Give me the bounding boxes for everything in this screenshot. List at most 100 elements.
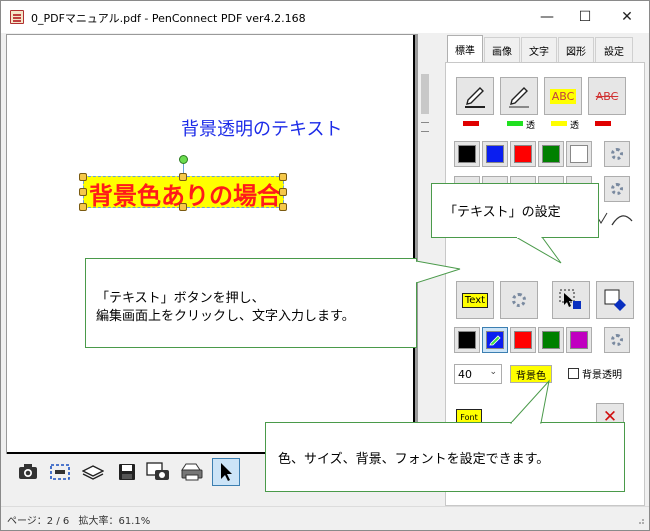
tab-image[interactable]: 画像 [484,37,520,62]
color-swatch-black[interactable] [454,141,480,167]
page-indicator: ページ：2 / 6 拡大率：61.1% [7,512,150,527]
callout-color-size: 色、サイズ、背景、フォントを設定できます。 [265,422,625,492]
text-button-label: Text [461,292,489,308]
font-size-value: 40 [458,367,472,381]
gear-icon [611,148,623,160]
panel-tabs: 標準 画像 文字 図形 設定 [445,34,645,62]
strikethrough-label: ABC [595,89,619,103]
screenshot-button[interactable] [144,458,172,486]
image-lock-icon [559,289,581,309]
cursor-icon [221,463,232,481]
text-color-green[interactable] [538,327,564,353]
tab-shape[interactable]: 図形 [558,37,594,62]
tab-standard[interactable]: 標準 [447,35,483,62]
color-swatch-blue[interactable] [482,141,508,167]
page-number: ページ：2 / 6 [7,516,70,527]
callout-tail [516,237,562,264]
zoom-level: 拡大率：61.1% [78,516,151,527]
bg-transparent-label: 背景透明 [582,370,622,381]
shape-insert-button[interactable] [596,281,634,319]
bg-transparent-checkbox[interactable] [568,368,579,379]
highlighter-label: ABC [549,88,577,104]
status-bar: ページ：2 / 6 拡大率：61.1% [1,506,649,530]
scrollbar-grip [421,122,429,132]
gear-icon [611,334,623,346]
text-color-red[interactable] [510,327,536,353]
text-settings-button[interactable] [500,281,538,319]
area-select-icon [50,464,70,480]
color-swatch-red[interactable] [510,141,536,167]
resize-grip-icon[interactable] [635,515,645,525]
transparent-mark: 透 [570,121,580,131]
pen-button[interactable] [456,77,494,115]
title-bar: 0_PDFマニュアル.pdf - PenConnect PDF ver4.2.1… [1,1,649,33]
font-size-select[interactable]: 40 ⌄ [454,364,502,384]
width-settings-button[interactable] [604,176,630,202]
pen-color-indicator [463,121,479,126]
scrollbar-thumb[interactable] [421,74,429,114]
floppy-icon [119,464,135,480]
gear-icon [512,293,526,307]
image-insert-button[interactable] [552,281,590,319]
shape-icon [604,289,626,311]
area-capture-button[interactable] [46,458,74,486]
resize-handle[interactable] [179,203,187,211]
resize-handle[interactable] [79,173,87,181]
color-swatch-white[interactable] [566,141,592,167]
text-color-blue-selected[interactable] [482,327,508,353]
camera-icon [19,464,37,479]
resize-handle[interactable] [179,173,187,181]
app-window: 0_PDFマニュアル.pdf - PenConnect PDF ver4.2.1… [0,0,650,531]
transparent-mark: 透 [526,121,536,131]
screenshot-icon [146,462,169,480]
chevron-down-icon: ⌄ [489,367,497,377]
maximize-button[interactable]: ☐ [563,1,607,33]
transparent-pen-button[interactable] [500,77,538,115]
resize-handle[interactable] [79,188,87,196]
text-color-purple[interactable] [566,327,592,353]
callout-text-settings: 「テキスト」の設定 [431,183,599,238]
curve-icon[interactable] [610,209,634,227]
resize-handle[interactable] [79,203,87,211]
save-button[interactable] [113,458,141,486]
select-tool-button[interactable] [212,458,240,486]
color-swatch-green[interactable] [538,141,564,167]
pen-icon [465,87,485,108]
transparent-text-object[interactable]: 背景透明のテキスト [181,115,342,141]
pdf-page[interactable] [7,35,415,454]
text-color-settings-button[interactable] [604,327,630,353]
callout-tail [416,260,461,284]
window-title: 0_PDFマニュアル.pdf - PenConnect PDF ver4.2.1… [31,12,306,25]
pen-color-indicator [551,121,567,126]
gear-icon [611,183,623,195]
highlighter-button[interactable]: ABC [544,77,582,115]
tab-text[interactable]: 文字 [521,37,557,62]
text-color-black[interactable] [454,327,480,353]
tab-settings[interactable]: 設定 [595,37,633,62]
callout-text: 「テキスト」の設定 [444,205,561,220]
resize-handle[interactable] [279,188,287,196]
camera-button[interactable] [14,458,42,486]
document-viewport[interactable] [6,34,432,454]
callout-text: 「テキスト」ボタンを押し、 [96,291,265,306]
close-button[interactable]: ✕ [605,1,649,33]
app-icon [10,10,24,24]
pen-color-indicator [507,121,523,126]
callout-text: 編集画面上をクリックし、文字入力します。 [96,309,355,324]
callout-text: 色、サイズ、背景、フォントを設定できます。 [278,452,550,467]
callout-tail [509,379,550,424]
rotate-handle[interactable] [179,155,188,164]
color-settings-button[interactable] [604,141,630,167]
resize-handle[interactable] [279,203,287,211]
callout-text-button: 「テキスト」ボタンを押し、 編集画面上をクリックし、文字入力します。 [85,258,417,348]
vertical-scrollbar[interactable] [418,34,432,454]
resize-handle[interactable] [279,173,287,181]
marker-icon [509,87,529,108]
layers-button[interactable] [79,458,107,486]
print-button[interactable] [178,458,206,486]
printer-icon [181,463,203,481]
layers-icon [82,465,104,480]
strikethrough-button[interactable]: ABC [588,77,626,115]
pen-color-indicator [595,121,611,126]
pen-icon [489,335,501,346]
